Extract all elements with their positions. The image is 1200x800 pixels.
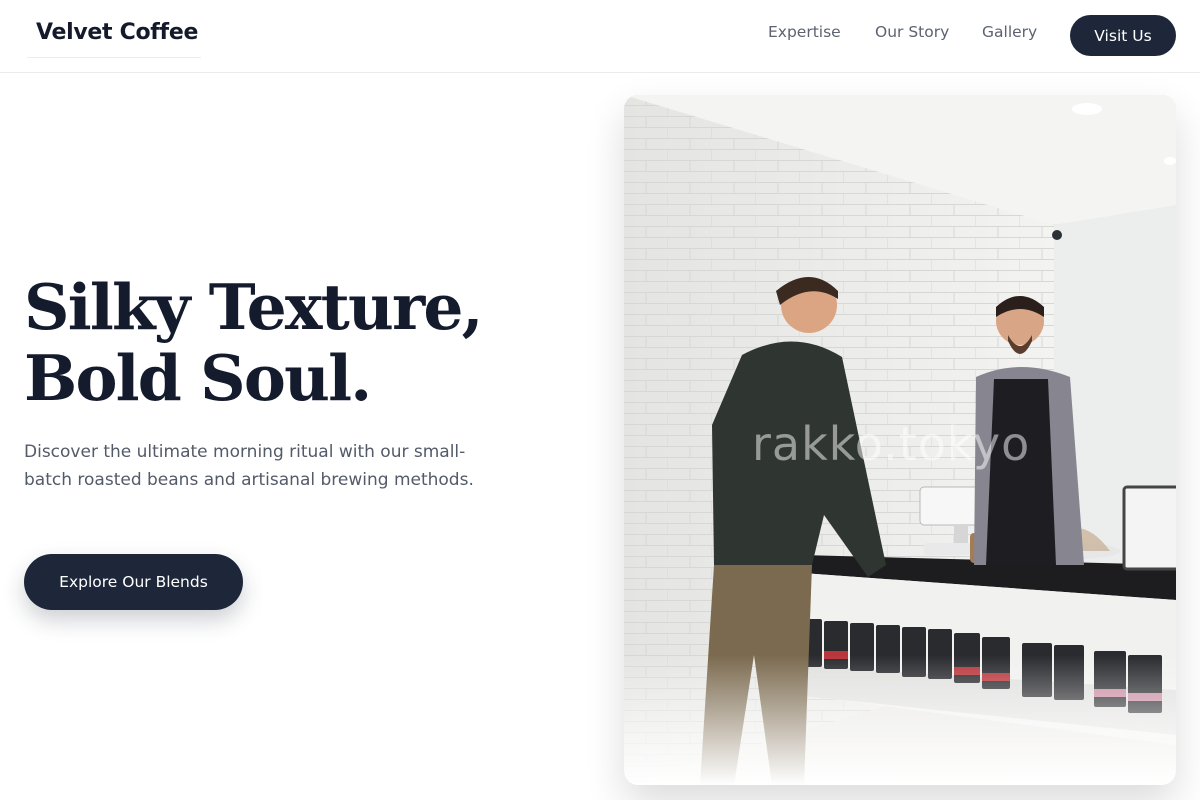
visit-us-button[interactable]: Visit Us [1070, 15, 1176, 56]
nav-link-expertise[interactable]: Expertise [768, 23, 841, 41]
hero-title-line-1: Silky Texture, [24, 270, 484, 344]
hero-title: Silky Texture, Bold Soul. [24, 272, 584, 414]
site-header: Velvet Coffee Expertise Our Story Galler… [0, 0, 1200, 73]
explore-blends-button[interactable]: Explore Our Blends [24, 554, 243, 610]
image-watermark: rakko.tokyo [752, 417, 1031, 471]
brand-name[interactable]: Velvet Coffee [36, 20, 198, 45]
hero-subtitle: Discover the ultimate morning ritual wit… [24, 442, 474, 490]
nav-link-our-story[interactable]: Our Story [875, 23, 949, 41]
brand-logo[interactable]: Velvet Coffee [27, 15, 201, 58]
hero-image: rakko.tokyo [624, 95, 1176, 785]
nav-link-gallery[interactable]: Gallery [982, 23, 1037, 41]
hero-title-line-2: Bold Soul. [24, 341, 372, 415]
